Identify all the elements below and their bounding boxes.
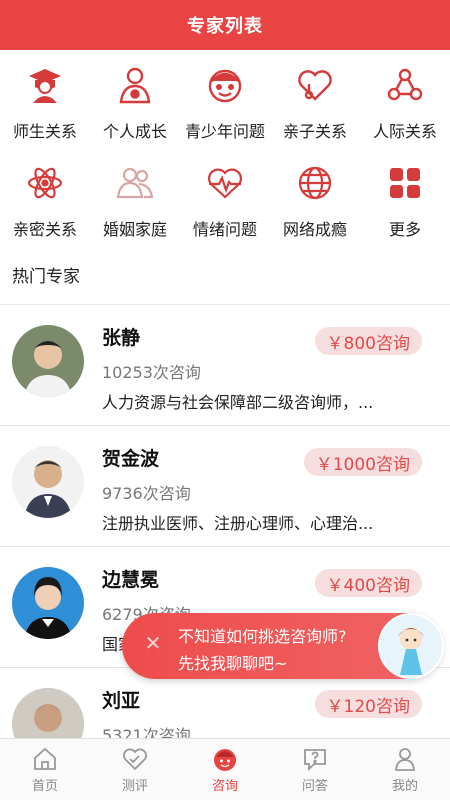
header-bar: 专家列表 (0, 0, 450, 50)
user-icon (395, 748, 415, 771)
app-screen: 专家列表 师生关系 个人成长 青少年问题 亲子关系 人际关系 亲密关系 婚姻家庭… (0, 0, 450, 800)
expert-name: 张静 (102, 327, 141, 349)
expert-list: 张静 10253次咨询 人力资源与社会保障部二级咨询师，... ￥800咨询 贺… (0, 305, 450, 789)
consult-count: 10253次咨询 (102, 363, 201, 382)
graduation-cap-icon (24, 64, 66, 106)
category-label: 情绪问题 (192, 220, 257, 239)
heart-check-icon (123, 748, 147, 771)
category-grid: 师生关系 个人成长 青少年问题 亲子关系 人际关系 亲密关系 婚姻家庭 情绪问题… (0, 50, 450, 260)
price-button[interactable]: ￥800咨询 (314, 327, 422, 355)
chat-prompt-banner[interactable]: ✕ 不知道如何挑选咨询师? 先找我聊聊吧~ (122, 613, 444, 679)
tab-label: 咨询 (211, 779, 238, 794)
category-interpersonal[interactable]: 人际关系 (360, 64, 450, 162)
category-label: 更多 (388, 220, 421, 239)
assistant-avatar[interactable] (378, 613, 444, 679)
expert-name: 刘亚 (102, 690, 141, 712)
category-label: 亲密关系 (12, 220, 77, 239)
category-personal-growth[interactable]: 个人成长 (90, 64, 180, 162)
page-title: 专家列表 (187, 16, 263, 37)
category-label: 个人成长 (102, 122, 167, 141)
category-internet-addiction[interactable]: 网络成瘾 (270, 162, 360, 260)
expert-name: 贺金波 (102, 448, 160, 470)
tab-consult[interactable]: 咨询 (180, 739, 270, 800)
person-icon (114, 64, 156, 106)
couple-icon (114, 162, 156, 204)
category-more[interactable]: 更多 (360, 162, 450, 260)
expert-desc: 注册执业医师、注册心理师、心理治... (102, 514, 374, 533)
avatar (12, 325, 84, 397)
tab-label: 测评 (121, 779, 148, 794)
child-face-icon (204, 64, 246, 106)
atom-icon (24, 162, 66, 204)
section-title: 热门专家 (12, 267, 80, 287)
category-label: 亲子关系 (282, 122, 347, 141)
grid-icon (384, 162, 426, 204)
close-icon[interactable]: ✕ (142, 632, 164, 654)
category-teen-issues[interactable]: 青少年问题 (180, 64, 270, 162)
category-label: 青少年问题 (184, 122, 265, 141)
category-teacher-student[interactable]: 师生关系 (0, 64, 90, 162)
tab-assessment[interactable]: 测评 (90, 739, 180, 800)
category-label: 网络成瘾 (282, 220, 347, 239)
qa-icon (304, 749, 326, 772)
heartbeat-icon (204, 162, 246, 204)
heart-link-icon (294, 64, 336, 106)
tab-mine[interactable]: 我的 (360, 739, 450, 800)
tab-label: 我的 (391, 779, 418, 794)
tab-qa[interactable]: 问答 (270, 739, 360, 800)
price-button[interactable]: ￥1000咨询 (303, 448, 422, 476)
prompt-line-2: 先找我聊聊吧~ (178, 654, 288, 673)
expert-card[interactable]: 贺金波 9736次咨询 注册执业医师、注册心理师、心理治... ￥1000咨询 (0, 426, 450, 547)
expert-card[interactable]: 张静 10253次咨询 人力资源与社会保障部二级咨询师，... ￥800咨询 (0, 305, 450, 426)
category-label: 婚姻家庭 (102, 220, 167, 239)
category-intimate[interactable]: 亲密关系 (0, 162, 90, 260)
tab-bar: 首页 测评 咨询 问答 我的 (0, 738, 450, 800)
tab-label: 首页 (31, 779, 58, 794)
tab-home[interactable]: 首页 (0, 739, 90, 800)
globe-icon (294, 162, 336, 204)
price-button[interactable]: ￥120咨询 (314, 690, 422, 718)
category-label: 师生关系 (12, 122, 77, 141)
tab-label: 问答 (301, 779, 328, 794)
consult-icon (214, 749, 236, 771)
avatar (12, 446, 84, 518)
category-marriage-family[interactable]: 婚姻家庭 (90, 162, 180, 260)
category-emotion[interactable]: 情绪问题 (180, 162, 270, 260)
consult-count: 9736次咨询 (102, 484, 191, 503)
network-icon (384, 64, 426, 106)
expert-desc: 人力资源与社会保障部二级咨询师，... (102, 393, 374, 412)
home-icon (34, 747, 56, 770)
prompt-line-1: 不知道如何挑选咨询师? (178, 627, 347, 646)
category-parent-child[interactable]: 亲子关系 (270, 64, 360, 162)
price-button[interactable]: ￥400咨询 (314, 569, 422, 597)
expert-name: 边慧冕 (102, 569, 160, 591)
category-label: 人际关系 (372, 122, 437, 141)
avatar (12, 567, 84, 639)
